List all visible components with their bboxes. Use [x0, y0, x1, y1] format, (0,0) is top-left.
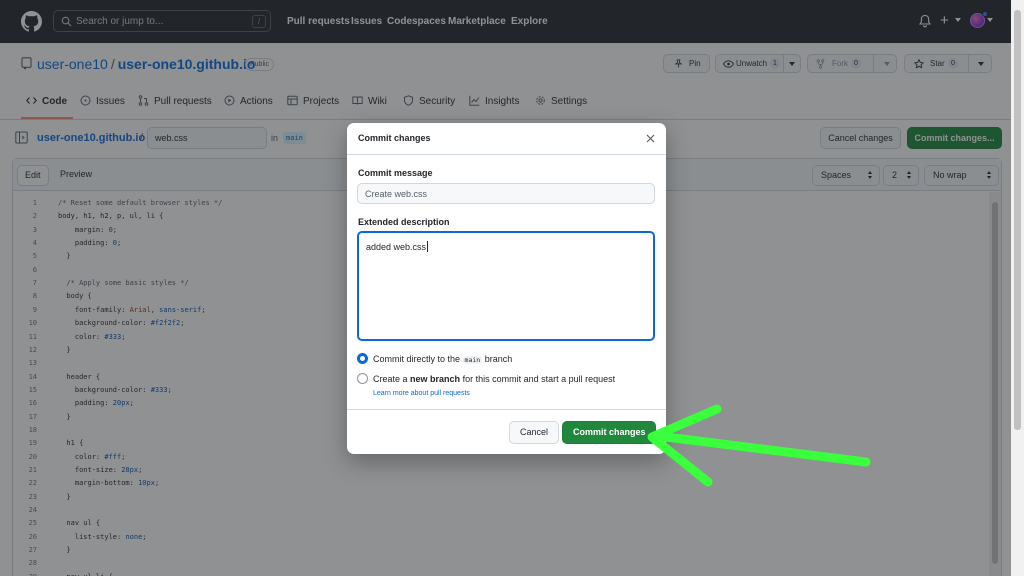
option2-bold: new branch [410, 374, 461, 384]
option2-prefix: Create a [373, 374, 408, 384]
option1-branch: main [462, 356, 483, 364]
commit-message-input[interactable]: Create web.css [357, 183, 655, 204]
option2-suffix: for this commit and start a pull request [462, 374, 616, 384]
dialog-title: Commit changes [358, 133, 431, 143]
scrollbar-thumb[interactable] [1014, 10, 1021, 430]
cancel-button[interactable]: Cancel [509, 421, 559, 444]
commit-directly-radio[interactable] [357, 353, 368, 364]
close-icon[interactable] [646, 134, 655, 143]
text-cursor [427, 241, 429, 252]
new-branch-radio[interactable] [357, 373, 368, 384]
learn-more-link[interactable]: Learn more about pull requests [373, 390, 470, 397]
commit-directly-label: Commit directly to the main branch [373, 354, 512, 364]
dialog-header: Commit changes [347, 123, 666, 155]
option1-suffix: branch [484, 354, 513, 364]
description-text: added web.css [366, 242, 427, 252]
commit-message-label: Commit message [358, 168, 433, 178]
option1-prefix: Commit directly to the [373, 354, 461, 364]
extended-description-textarea[interactable]: added web.css [357, 231, 655, 341]
dialog-footer-divider [347, 409, 666, 410]
annotation-arrow-icon [647, 404, 871, 487]
extended-description-label: Extended description [358, 217, 450, 227]
new-branch-label: Create a new branch for this commit and … [373, 374, 615, 384]
page-scrollbar[interactable] [1011, 0, 1024, 576]
